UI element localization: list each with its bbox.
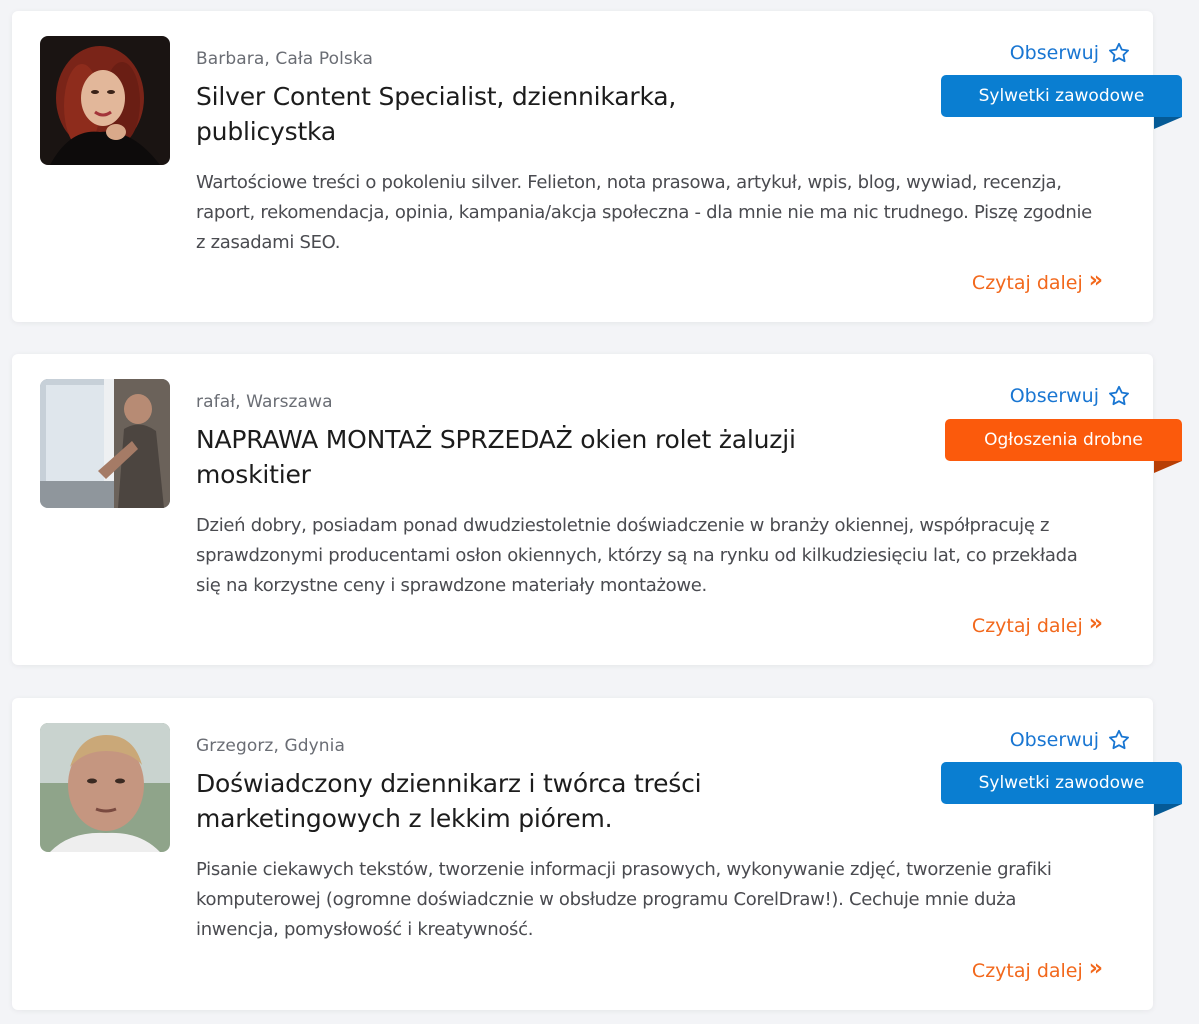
listing-description: Pisanie ciekawych tekstów, tworzenie inf… (196, 859, 1052, 940)
double-chevron-right-icon: » (1088, 268, 1103, 293)
listing-card: Barbara, Cała Polska Silver Content Spec… (12, 11, 1182, 322)
author-location: Grzegorz, Gdynia (196, 736, 345, 756)
listing-title[interactable]: NAPRAWA MONTAŻ SPRZEDAŻ okien rolet żalu… (196, 422, 896, 492)
read-more-label: Czytaj dalej (971, 615, 1083, 637)
badge-ribbon-fold (1154, 117, 1182, 129)
read-more-label: Czytaj dalej (971, 272, 1083, 294)
author-location: Barbara, Cała Polska (196, 49, 374, 69)
read-more-link[interactable]: Czytaj dalej » (971, 268, 1103, 295)
listing-card: Grzegorz, Gdynia Doświadczony dziennikar… (12, 698, 1182, 1010)
follow-button[interactable]: Obserwuj (1010, 41, 1131, 65)
avatar[interactable] (40, 379, 170, 508)
listing-title[interactable]: Silver Content Specialist, dziennikarka,… (196, 79, 796, 149)
category-badge[interactable]: Sylwetki zawodowe (941, 75, 1182, 117)
avatar[interactable] (40, 36, 170, 165)
read-more-label: Czytaj dalej (971, 960, 1083, 982)
author-location: rafał, Warszawa (196, 392, 333, 412)
badge-ribbon-fold (1154, 461, 1182, 473)
man-portrait-avatar (40, 723, 170, 852)
read-more-link[interactable]: Czytaj dalej » (971, 611, 1103, 638)
listing-description: Wartościowe treści o pokoleniu silver. F… (196, 172, 1092, 253)
follow-label: Obserwuj (1009, 42, 1099, 64)
follow-button[interactable]: Obserwuj (1010, 728, 1131, 752)
listing-list: Barbara, Cała Polska Silver Content Spec… (0, 0, 1199, 1024)
follow-button[interactable]: Obserwuj (1010, 384, 1131, 408)
category-badge[interactable]: Ogłoszenia drobne (945, 419, 1182, 461)
avatar[interactable] (40, 723, 170, 852)
window-installer-photo (40, 379, 170, 508)
listing-description: Dzień dobry, posiadam ponad dwudziestole… (196, 515, 1078, 596)
star-icon (1109, 729, 1129, 750)
badge-ribbon-fold (1154, 804, 1182, 816)
listing-card: rafał, Warszawa NAPRAWA MONTAŻ SPRZEDAŻ … (12, 354, 1182, 665)
double-chevron-right-icon: » (1088, 956, 1103, 981)
double-chevron-right-icon: » (1088, 611, 1103, 636)
listing-title[interactable]: Doświadczony dziennikarz i twórca treści… (196, 766, 816, 836)
star-icon (1109, 42, 1129, 63)
woman-portrait-avatar (40, 36, 170, 165)
category-badge[interactable]: Sylwetki zawodowe (941, 762, 1182, 804)
follow-label: Obserwuj (1009, 729, 1099, 751)
read-more-link[interactable]: Czytaj dalej » (971, 956, 1103, 983)
follow-label: Obserwuj (1009, 385, 1099, 407)
star-icon (1109, 385, 1129, 406)
